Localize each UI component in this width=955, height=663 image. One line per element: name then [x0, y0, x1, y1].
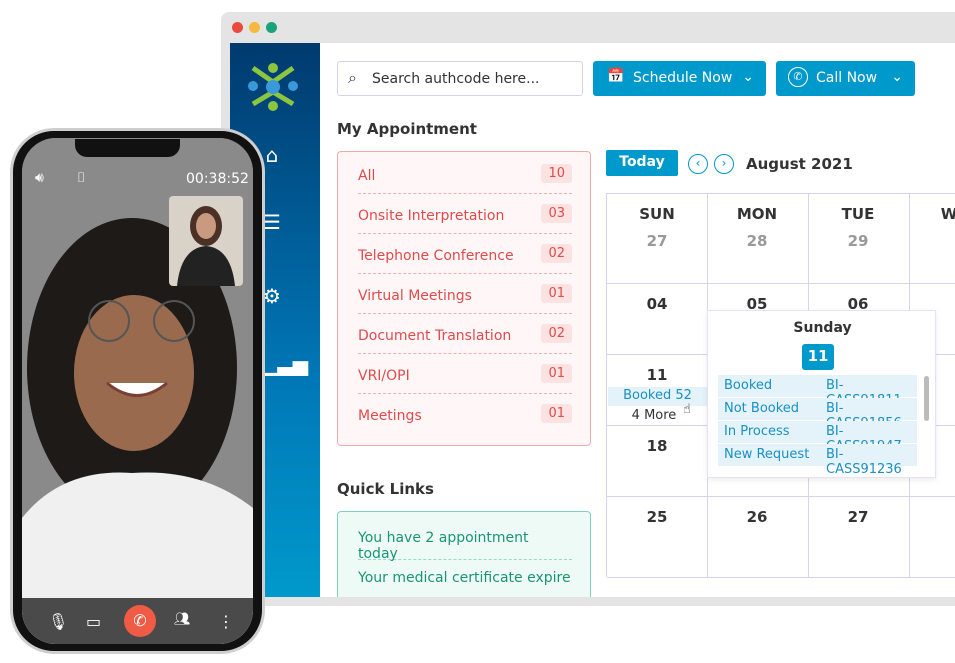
video-call-screen — [22, 138, 253, 644]
quick-link[interactable]: Your medical certificate expire — [358, 570, 572, 586]
appointment-status: In Process — [724, 424, 790, 439]
close-dot[interactable] — [232, 22, 243, 33]
maximize-dot[interactable] — [266, 22, 277, 33]
day-cell[interactable]: 11 — [607, 366, 707, 384]
day-cell[interactable]: 27 — [808, 508, 908, 526]
my-appointment-title: My Appointment — [337, 120, 477, 138]
home-icon[interactable]: ⌂ — [262, 143, 282, 167]
popup-appointment-row[interactable]: Not BookedBI-CASS91856 — [718, 398, 917, 431]
count-badge: 01 — [541, 284, 572, 303]
appointment-status: Booked — [724, 378, 773, 393]
month-label: August 2021 — [746, 155, 853, 173]
appointment-category[interactable]: VRI/OPI 01 — [358, 354, 572, 394]
today-button[interactable]: Today — [606, 150, 678, 176]
popup-scrollbar[interactable] — [924, 376, 929, 421]
count-badge: 01 — [541, 404, 572, 423]
hand-cursor-icon: ☝ — [683, 402, 691, 417]
weekday-header: SUN — [639, 205, 675, 223]
next-month-button[interactable]: › — [714, 154, 734, 174]
popup-appointment-row[interactable]: BookedBI-CASS91811 — [718, 375, 917, 408]
appointment-list: All 10 Onsite Interpretation 03 Telephone Co… — [337, 151, 591, 446]
event-booked[interactable]: Booked 52 — [608, 387, 707, 406]
quick-links-title: Quick Links — [337, 480, 434, 498]
search-placeholder: Search authcode here... — [372, 71, 540, 87]
category-label: Telephone Conference — [358, 248, 514, 264]
count-badge: 02 — [541, 244, 572, 263]
end-call-button[interactable]: ✆ — [124, 605, 156, 637]
quick-links-box: You have 2 appointment today Your medica… — [337, 511, 591, 601]
appointment-category[interactable]: Meetings 01 — [358, 394, 572, 434]
chart-icon[interactable]: ▁▃▅ — [262, 352, 308, 376]
category-label: Document Translation — [358, 328, 512, 344]
quick-link[interactable]: You have 2 appointment today — [358, 530, 572, 562]
count-badge: 03 — [541, 204, 572, 223]
search-input[interactable]: ⌕ Search authcode here... — [337, 61, 583, 96]
day-cell[interactable]: 04 — [607, 295, 707, 313]
appointment-category[interactable]: Telephone Conference 02 — [358, 234, 572, 274]
day-cell[interactable]: 29 — [808, 232, 908, 250]
popup-date: 11 — [802, 344, 834, 370]
weekday-header: MON — [736, 205, 778, 223]
popup-appointment-row[interactable]: In ProcessBI-CASS91947 — [718, 421, 917, 454]
user-settings-icon[interactable]: ⚙ — [262, 284, 282, 308]
appointment-category[interactable]: Virtual Meetings 01 — [358, 274, 572, 314]
self-video-thumbnail — [169, 196, 243, 286]
search-icon: ⌕ — [348, 68, 357, 87]
count-badge: 01 — [541, 364, 572, 383]
category-label: Meetings — [358, 408, 422, 424]
appointment-category[interactable]: All 10 — [358, 154, 572, 194]
call-timer: 00:38:52 — [186, 171, 249, 187]
appointment-status: Not Booked — [724, 401, 800, 416]
category-label: VRI/OPI — [358, 368, 410, 384]
schedule-label: Schedule Now — [633, 70, 733, 86]
appointment-code: BI-CASS91236 — [826, 447, 902, 477]
chevron-down-icon: ⌄ — [742, 69, 754, 85]
chevron-down-icon: ⌄ — [891, 69, 903, 85]
sliders-icon[interactable]: ☰ — [262, 210, 282, 234]
appointment-status: New Request — [724, 447, 810, 462]
category-label: Onsite Interpretation — [358, 208, 505, 224]
minimize-dot[interactable] — [249, 22, 260, 33]
day-popup: Sunday 11 BookedBI-CASS91811Not BookedBI… — [707, 310, 936, 478]
call-now-button[interactable]: ✆ Call Now ⌄ — [776, 61, 915, 96]
more-options-icon[interactable]: ⋮ — [218, 612, 234, 631]
popup-day: Sunday — [793, 320, 852, 336]
microphone-icon[interactable]: 🎙︎ — [48, 612, 68, 631]
participants-icon[interactable]: 👥︎ — [174, 612, 191, 627]
popup-appointment-row[interactable]: New Request BI-CASS91236 — [718, 444, 917, 477]
count-badge: 10 — [541, 164, 572, 183]
video-icon[interactable]: ▭ — [86, 612, 101, 631]
day-cell[interactable]: 18 — [607, 437, 707, 455]
appointment-category[interactable]: Document Translation 02 — [358, 314, 572, 354]
category-label: Virtual Meetings — [358, 288, 472, 304]
phone-icon: ✆ — [788, 67, 808, 87]
schedule-now-button[interactable]: 📅 Schedule Now ⌄ — [593, 61, 766, 96]
appointment-category[interactable]: Onsite Interpretation 03 — [358, 194, 572, 234]
prev-month-button[interactable]: ‹ — [688, 154, 708, 174]
count-badge: 02 — [541, 324, 572, 343]
calendar-clock-icon: 📅 — [607, 68, 625, 84]
day-cell[interactable]: 26 — [707, 508, 807, 526]
speaker-icon[interactable]: 🔊︎ — [35, 170, 44, 186]
camera-icon[interactable]: ⌷ — [77, 170, 85, 186]
weekday-header: W — [940, 205, 955, 223]
window-bottom — [221, 597, 955, 606]
logo — [248, 63, 298, 111]
day-cell[interactable]: 27 — [607, 232, 707, 250]
day-cell[interactable]: 25 — [607, 508, 707, 526]
category-label: All — [358, 168, 376, 184]
day-cell[interactable]: 28 — [707, 232, 807, 250]
phone-notch — [75, 139, 180, 157]
call-label: Call Now — [816, 70, 878, 86]
weekday-header: TUE — [841, 205, 875, 223]
